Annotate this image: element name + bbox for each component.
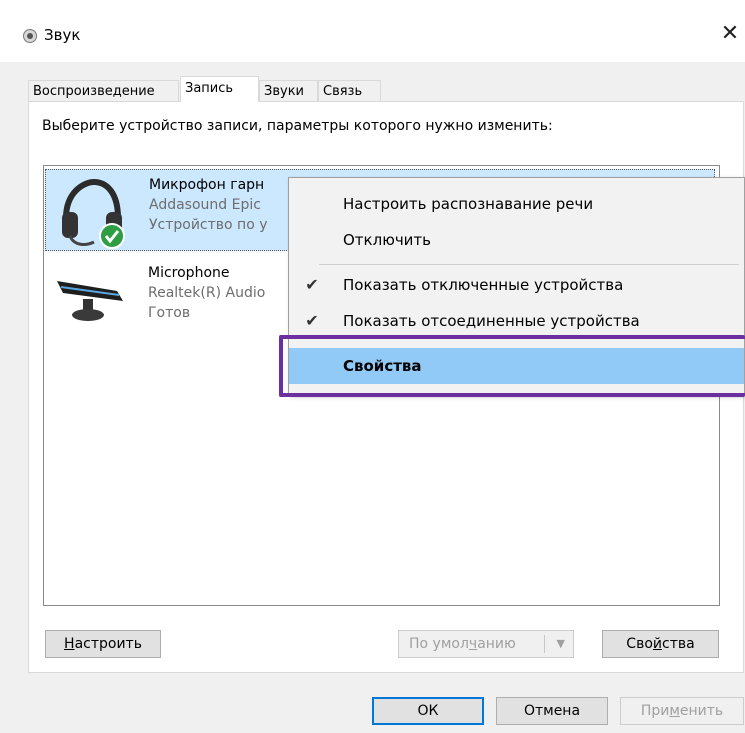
headset-icon <box>62 178 125 249</box>
check-icon: ✔ <box>305 275 319 294</box>
dropdown-arrow-icon[interactable]: ▼ <box>557 631 565 657</box>
check-icon: ✔ <box>305 311 319 330</box>
split-divider <box>544 635 545 653</box>
ok-button[interactable]: ОК <box>372 697 484 725</box>
tab-sounds[interactable]: Звуки <box>259 80 318 101</box>
apply-button[interactable]: Применить <box>620 697 744 725</box>
webcam-microphone-icon <box>57 281 123 321</box>
menu-item-show-disabled[interactable]: ✔ Показать отключенные устройства <box>289 267 744 303</box>
close-button[interactable]: ✕ <box>716 20 744 48</box>
title-bar: Звук ✕ <box>0 0 745 62</box>
set-default-button[interactable]: По умолчанию ▼ <box>398 630 574 658</box>
check-badge-icon <box>99 223 125 249</box>
device-status: Устройство по у <box>149 217 268 233</box>
device-driver: Realtek(R) Audio <box>148 285 266 301</box>
speaker-icon <box>23 29 37 43</box>
tab-recording[interactable]: Запись <box>180 76 259 102</box>
tab-communications[interactable]: Связь <box>318 80 381 101</box>
annotation-highlight <box>279 335 745 397</box>
menu-item-disable[interactable]: Отключить <box>289 222 744 258</box>
menu-item-show-disconnected[interactable]: ✔ Показать отсоединенные устройства <box>289 303 744 339</box>
device-name: Микрофон гарн <box>149 177 265 193</box>
configure-button[interactable]: Настроить <box>45 630 161 658</box>
device-name: Microphone <box>148 265 230 281</box>
instruction-text: Выберите устройство записи, параметры ко… <box>42 118 553 134</box>
cancel-button[interactable]: Отмена <box>496 697 608 725</box>
tab-playback[interactable]: Воспроизведение <box>28 80 179 101</box>
device-driver: Addasound Epic <box>149 197 261 213</box>
menu-item-speech-recognition[interactable]: Настроить распознавание речи <box>289 186 744 222</box>
properties-button[interactable]: Свойства <box>602 630 719 658</box>
device-status: Готов <box>148 305 191 321</box>
menu-separator <box>319 264 739 265</box>
window-title: Звук <box>44 26 81 44</box>
